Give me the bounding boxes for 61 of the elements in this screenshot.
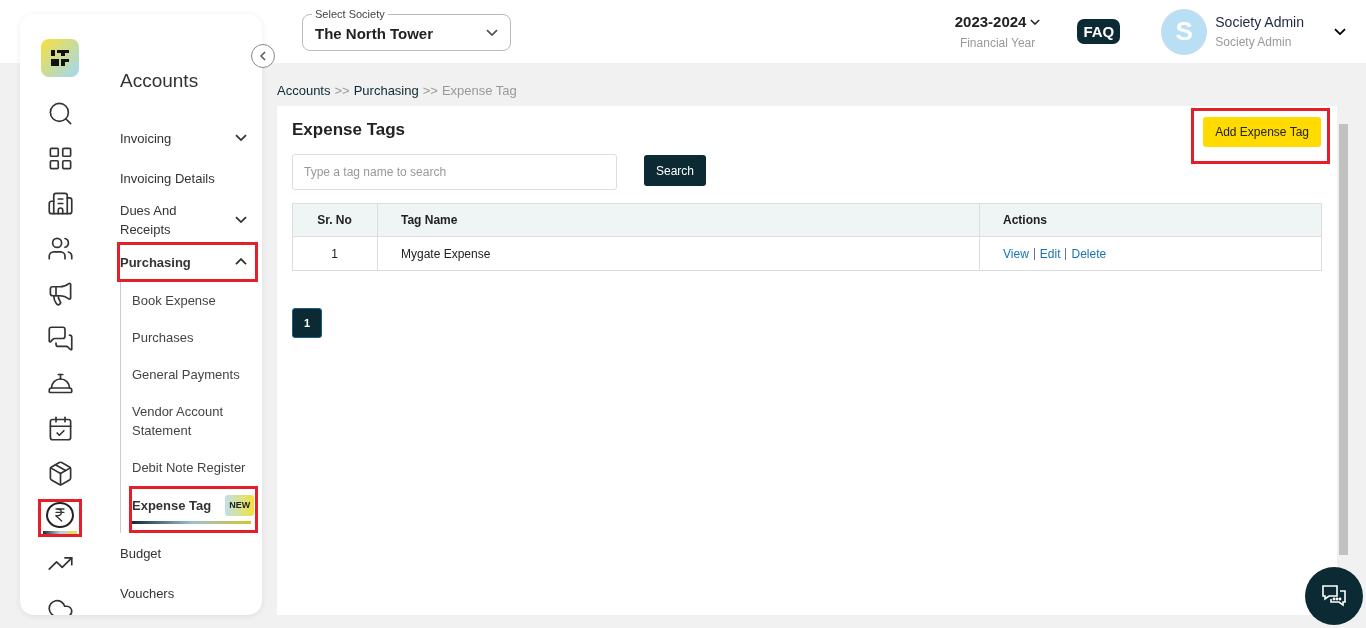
action-link[interactable]: Edit [1039,246,1061,261]
column-header: Tag Name [377,203,980,237]
menu-item[interactable]: Vouchers [117,573,258,613]
menu-label: Purchasing [120,253,191,272]
society-select[interactable]: Select Society The North Tower [302,9,511,51]
breadcrumb-link[interactable]: Accounts [277,83,331,106]
app-logo[interactable] [41,39,79,77]
submenu-label: Vendor Account Statement [132,403,225,440]
chevron-icon [235,258,247,266]
chevron-left-icon [260,51,266,61]
menu-item[interactable]: Dues And Receipts [117,198,258,242]
action-link[interactable]: View [1003,246,1029,261]
table-cell: 1 [292,236,378,271]
menu-title: Accounts [120,70,200,92]
submenu-label: Debit Note Register [132,459,247,477]
page-title: Expense Tags [292,120,406,140]
year-caption: Financial Year [959,36,1036,50]
chevron-icon [235,134,247,142]
table-cell: Mygate Expense [377,236,980,271]
breadcrumb-separator: >> [334,83,350,100]
submenu-item[interactable]: General Payments [129,356,258,393]
search-field[interactable]: Type a tag name to search [292,154,617,190]
chat-icon [1321,584,1347,608]
add-expense-tag-button[interactable]: Add Expense Tag [1203,117,1321,147]
search-button[interactable]: Search [644,155,707,186]
submenu-item[interactable]: Expense Tag NEW [129,486,258,533]
collapse-button[interactable] [251,44,275,68]
menu-item[interactable]: Invoicing [117,118,258,158]
chevron-icon [235,216,247,224]
breadcrumb-link[interactable]: Purchasing [353,83,419,106]
rupee-icon[interactable] [38,499,82,537]
submenu-label: Purchases [132,329,195,347]
submenu-item[interactable]: Book Expense [129,282,258,319]
chat-button[interactable] [1305,567,1363,625]
breadcrumb-separator: >> [422,83,438,100]
menu-item[interactable]: Invoicing Details [117,158,258,198]
society-label: Select Society [314,9,386,20]
menu-label: Invoicing [120,129,172,148]
user-avatar: S [1161,8,1208,55]
new-badge: NEW [225,495,255,516]
chevron-icon [486,29,498,37]
action-link[interactable]: Delete [1071,246,1107,261]
submenu-label: Book Expense [132,292,217,310]
submenu-label: General Payments [132,366,241,384]
year-select[interactable]: 2023-2024 [954,13,1027,30]
submenu-item[interactable]: Debit Note Register [129,449,258,486]
society-value: The North Tower [315,24,434,42]
menu-item[interactable]: Budget [117,533,258,573]
user-name: Society Admin [1215,14,1304,30]
faq-button[interactable]: FAQ [1077,19,1121,44]
chevron-icon[interactable] [1030,18,1041,25]
user-role: Society Admin [1215,35,1293,49]
submenu-item[interactable]: Vendor Account Statement [129,393,258,449]
menu-label: Dues And Receipts [120,202,178,239]
page-button[interactable]: 1 [292,308,322,338]
submenu-label: Expense Tag [132,497,212,515]
menu-item[interactable]: Purchasing [117,242,258,282]
submenu-item[interactable]: Purchases [129,319,258,356]
column-header: Actions [979,203,1322,237]
chevron-icon[interactable] [1334,27,1346,36]
column-header: Sr. No [292,203,378,237]
